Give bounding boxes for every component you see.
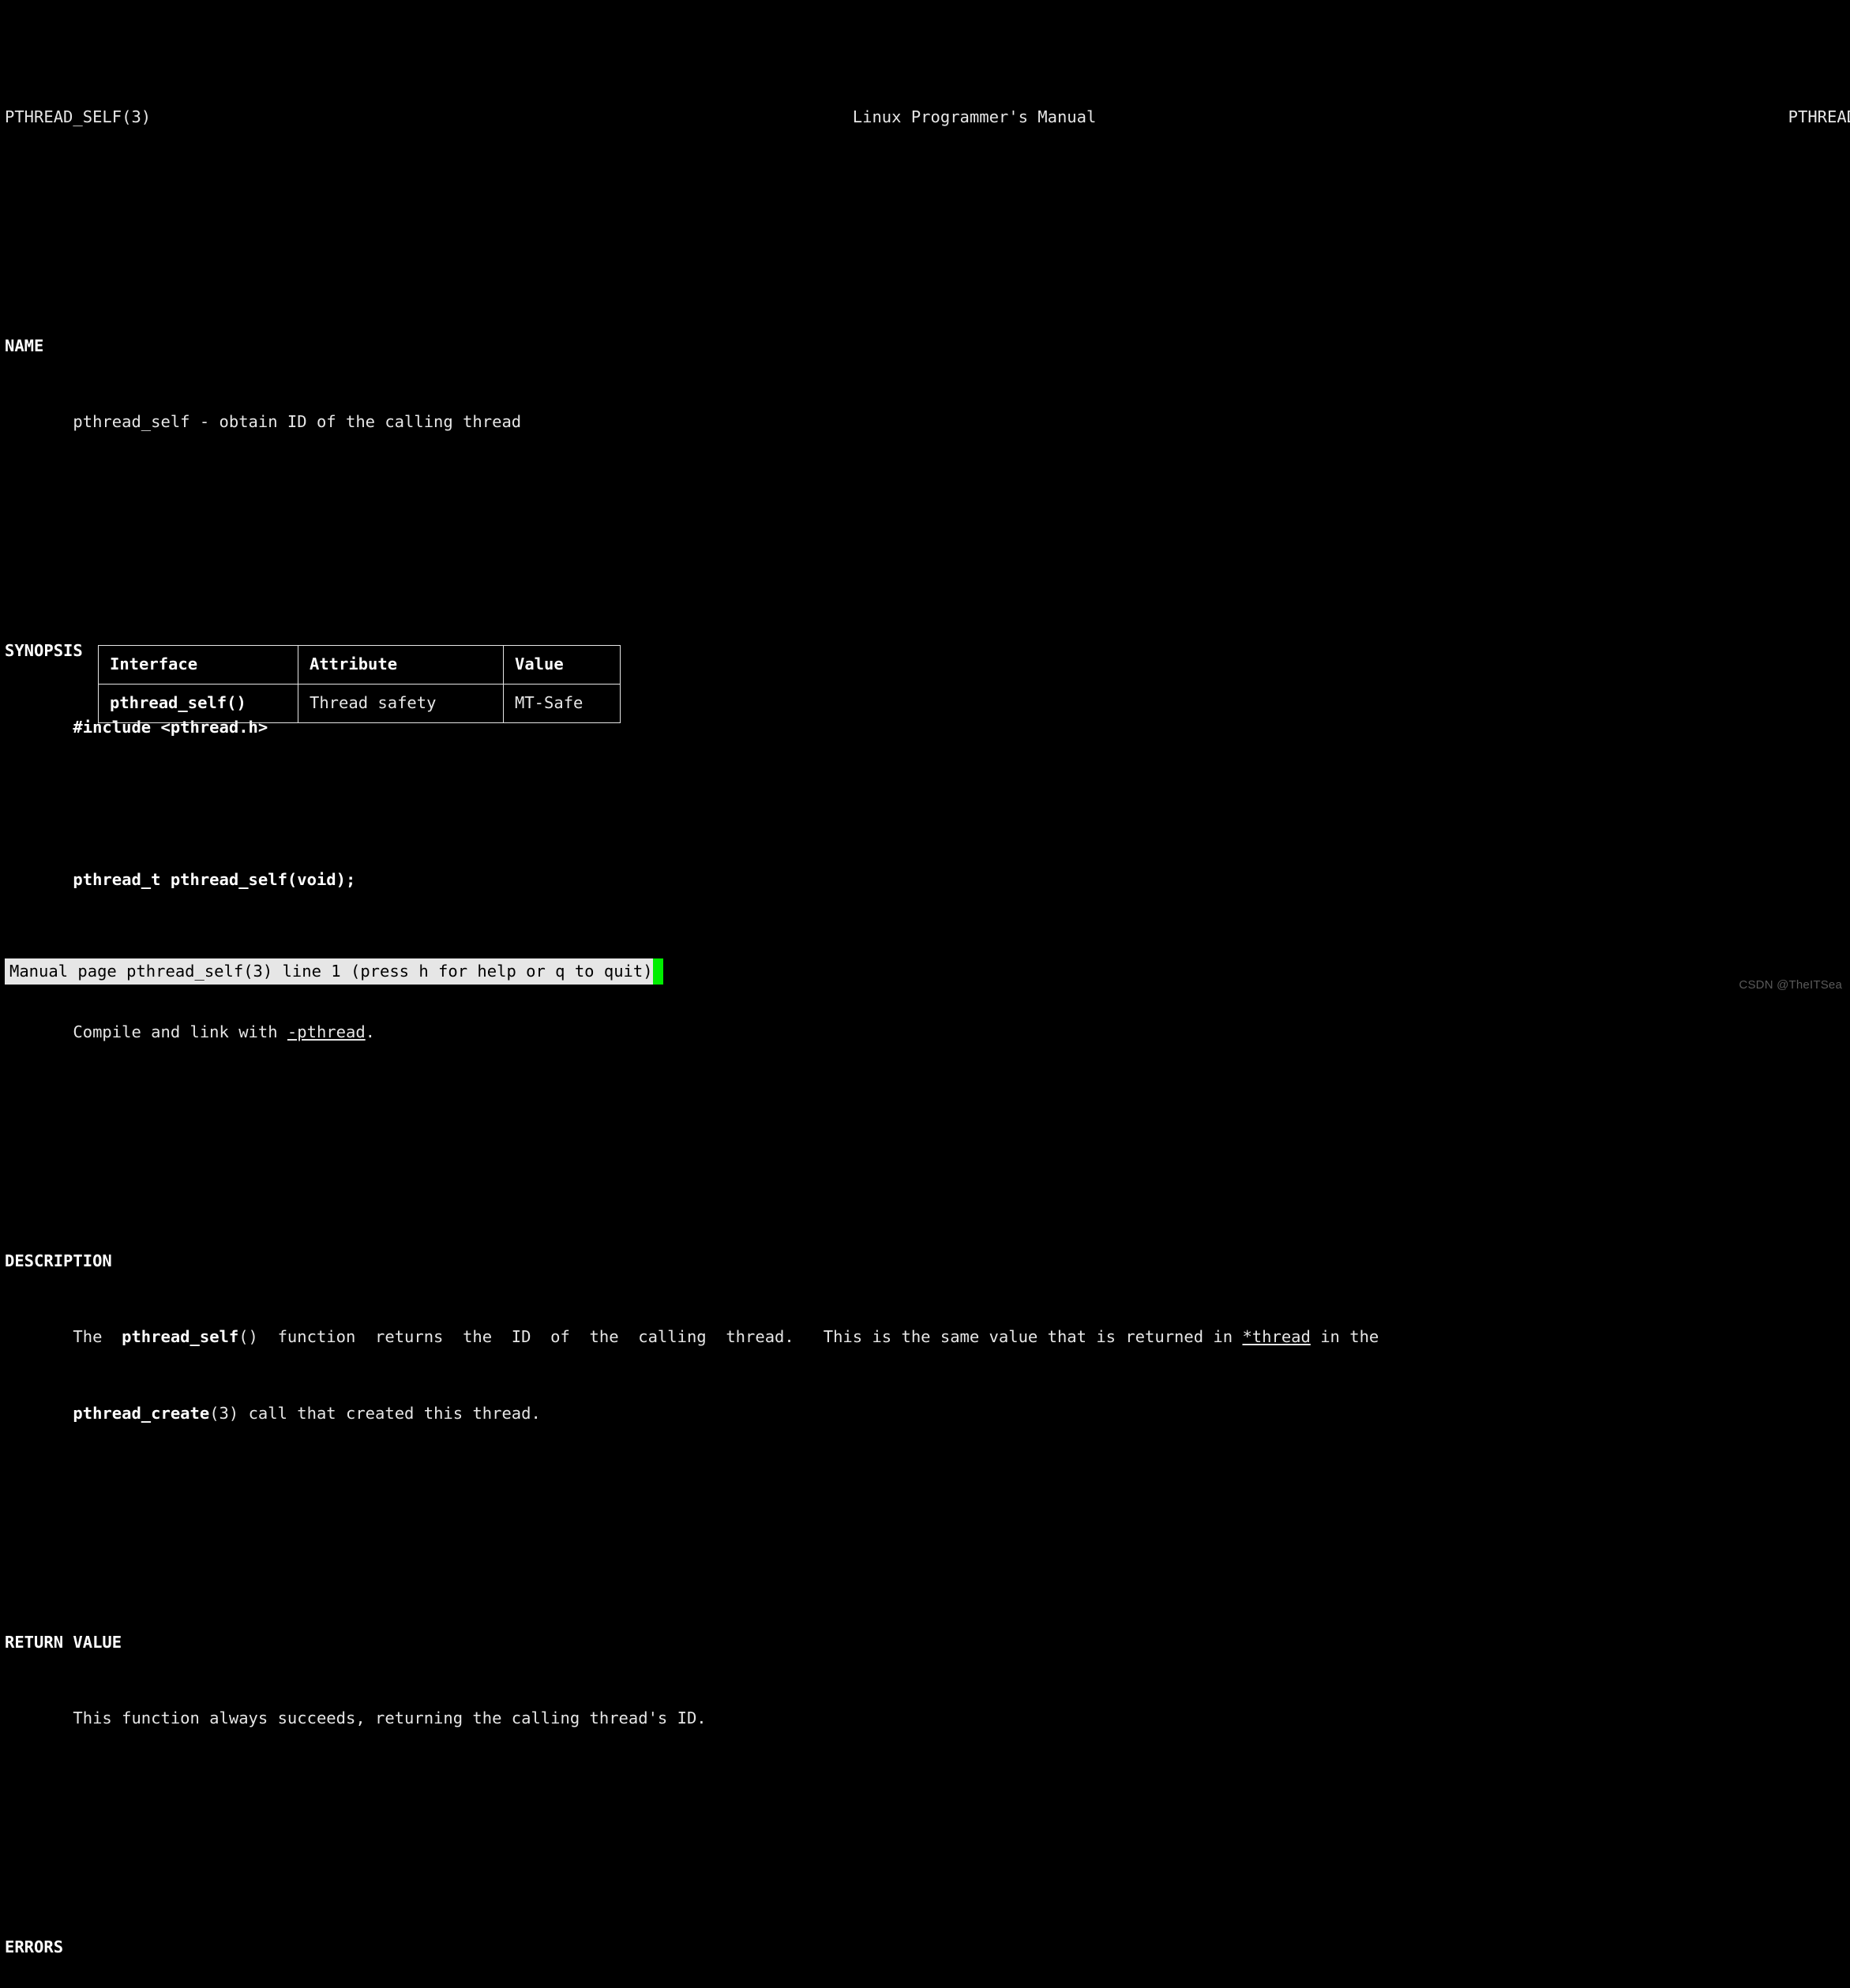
description-l1-part-a: The: [5, 1327, 122, 1347]
attributes-table: Interface Attribute Value pthread_self()…: [98, 645, 621, 723]
synopsis-prototype-line: pthread_t pthread_self(void);: [5, 867, 1850, 892]
table-header-value-label: Value: [515, 654, 564, 673]
description-l2-indent: [5, 1404, 73, 1423]
section-heading-name-label: NAME: [5, 336, 44, 355]
description-line-1: The pthread_self() function returns the …: [5, 1324, 1850, 1349]
table-cell-interface: pthread_self(): [98, 684, 298, 723]
synopsis-compile-prefix: Compile and link with: [5, 1022, 287, 1041]
description-l1-func-bold: pthread_self: [122, 1327, 239, 1347]
table-header-cell-interface: Interface: [98, 645, 298, 685]
table-cell-value: MT-Safe: [503, 684, 621, 723]
section-heading-synopsis-label: SYNOPSIS: [5, 641, 83, 660]
man-page-content: PTHREAD_SELF(3) Linux Programmer's Manua…: [0, 0, 1850, 1956]
table-row: pthread_self() Thread safety MT-Safe: [98, 684, 621, 723]
section-heading-return-value-label: RETURN VALUE: [5, 1632, 122, 1652]
synopsis-compile-suffix: .: [365, 1022, 376, 1041]
table-cell-interface-text: pthread_self(): [110, 692, 246, 712]
pager-status-bar[interactable]: Manual page pthread_self(3) line 1 (pres…: [5, 958, 663, 985]
terminal-window[interactable]: PTHREAD_SELF(3) Linux Programmer's Manua…: [0, 0, 1850, 1956]
table-cell-attribute: Thread safety: [298, 684, 504, 723]
table-header-cell-value: Value: [503, 645, 621, 685]
table-header-row: Interface Attribute Value: [98, 645, 621, 685]
section-heading-description: DESCRIPTION: [5, 1248, 1850, 1273]
section-heading-description-label: DESCRIPTION: [5, 1251, 112, 1270]
synopsis-compile-flag: -pthread: [287, 1022, 366, 1041]
section-heading-return-value: RETURN VALUE: [5, 1630, 1850, 1655]
table-header-attribute-label: Attribute: [310, 654, 398, 673]
synopsis-prototype-text: pthread_t pthread_self(void);: [5, 869, 356, 889]
description-line-2: pthread_create(3) call that created this…: [5, 1401, 1850, 1426]
man-header-right: PTHREAD_SELF(3): [1788, 107, 1850, 126]
section-body-name: pthread_self - obtain ID of the calling …: [5, 412, 522, 432]
description-l2-func-bold: pthread_create: [73, 1403, 210, 1423]
section-heading-errors-label: ERRORS: [5, 1937, 64, 1957]
text-cursor: [652, 958, 663, 985]
man-header-left: PTHREAD_SELF(3): [5, 107, 152, 126]
man-header-gap-right: [1096, 107, 1788, 126]
description-l1-thread-param: *thread: [1242, 1327, 1311, 1347]
pager-status-text: Manual page pthread_self(3) line 1 (pres…: [5, 958, 653, 985]
table-header-cell-attribute: Attribute: [298, 645, 504, 685]
section-body-return-value: This function always succeeds, returning…: [5, 1709, 707, 1728]
description-l1-part-e: in the: [1310, 1327, 1379, 1347]
description-l1-part-c: () function returns the ID of the callin…: [238, 1327, 1243, 1347]
section-heading-errors: ERRORS: [5, 1934, 1850, 1960]
description-l2-part-c: (3) call that created this thread.: [209, 1403, 541, 1423]
table-header-interface-label: Interface: [110, 654, 198, 673]
synopsis-compile-line: Compile and link with -pthread.: [5, 1019, 1850, 1045]
man-header-line: PTHREAD_SELF(3) Linux Programmer's Manua…: [5, 104, 1850, 129]
section-heading-name: NAME: [5, 333, 1850, 358]
man-header-gap-left: [151, 107, 853, 126]
watermark: CSDN @TheITSea: [1739, 978, 1842, 992]
man-header-center: Linux Programmer's Manual: [852, 107, 1097, 126]
